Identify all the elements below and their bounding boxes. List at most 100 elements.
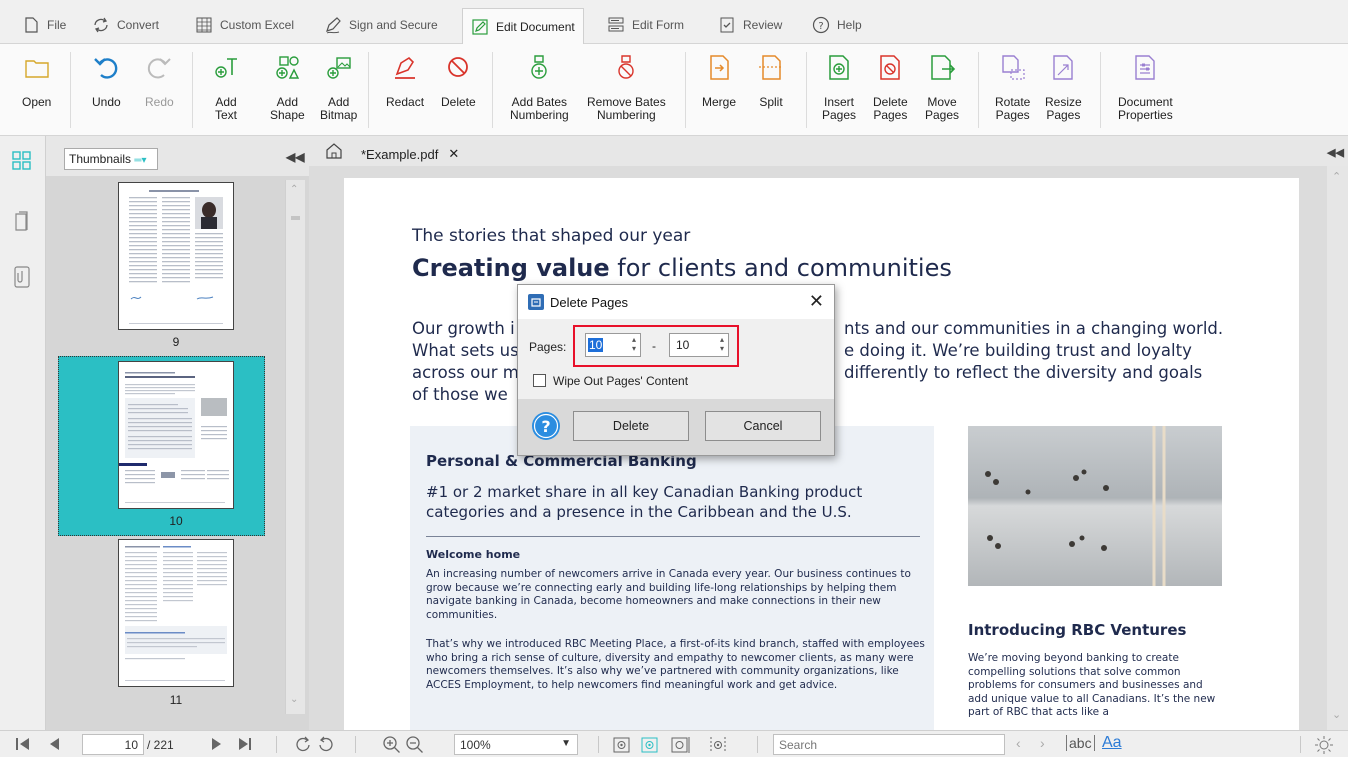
- thumbnails-panel-icon[interactable]: [11, 150, 33, 175]
- split-view-icon[interactable]: [708, 735, 728, 757]
- redact-icon: [391, 54, 419, 82]
- rotate-clockwise-icon[interactable]: [294, 735, 312, 757]
- scroll-up-icon[interactable]: ⌃: [1332, 170, 1341, 183]
- ribbon-divider: [70, 52, 71, 128]
- menu-tab-file[interactable]: File: [22, 10, 66, 40]
- merge-button[interactable]: Merge: [702, 54, 736, 109]
- story-title: Creating value for clients and communiti…: [412, 254, 952, 282]
- remove-bates-icon: [612, 54, 640, 82]
- rotate-pages-button[interactable]: Rotate Pages: [995, 54, 1030, 122]
- open-button[interactable]: Open: [22, 54, 51, 109]
- menu-tab-help[interactable]: ? Help: [812, 10, 862, 40]
- story-body-right: nts and our communities in a changing wo…: [844, 319, 1224, 382]
- split-button[interactable]: Split: [757, 54, 785, 109]
- scroll-down-icon[interactable]: ⌄: [290, 694, 298, 705]
- page-view-icon[interactable]: [670, 735, 692, 757]
- undo-button[interactable]: Undo: [92, 54, 121, 109]
- spinner-arrows-icon[interactable]: ▴ ▾: [632, 335, 636, 353]
- zoom-select[interactable]: 100% ▼: [454, 734, 578, 755]
- close-icon[interactable]: ✕: [809, 291, 824, 312]
- delete-pages-dialog: Delete Pages ✕ Pages: 10 ▴ ▾ - 10 ▴ ▾ Wipe…: [517, 284, 835, 456]
- remove-bates-numbering-button[interactable]: Remove Bates Numbering: [587, 54, 666, 122]
- redo-button[interactable]: Redo: [145, 54, 174, 109]
- page-number-input[interactable]: 10: [82, 734, 144, 755]
- search-next-icon[interactable]: ›: [1040, 735, 1045, 751]
- add-text-button[interactable]: Add Text: [212, 54, 240, 122]
- menu-tab-edit-form[interactable]: Edit Form: [607, 10, 684, 40]
- match-whole-word-toggle[interactable]: abc: [1066, 735, 1095, 751]
- first-page-icon[interactable]: [14, 735, 32, 757]
- to-page-spinner[interactable]: 10 ▴ ▾: [669, 333, 729, 357]
- resize-pages-button[interactable]: Resize Pages: [1045, 54, 1082, 122]
- edit-icon: [471, 18, 489, 36]
- rotate-counterclockwise-icon[interactable]: [317, 735, 335, 757]
- scroll-down-icon[interactable]: ⌄: [1332, 708, 1341, 721]
- delete-button[interactable]: Delete: [573, 411, 689, 441]
- menu-tab-custom-excel[interactable]: Custom Excel: [195, 10, 294, 40]
- story-kicker: The stories that shaped our year: [412, 226, 691, 246]
- redact-button[interactable]: Redact: [386, 54, 424, 109]
- thumbnails-dropdown[interactable]: Thumbnails ═▾: [64, 148, 158, 170]
- dialog-titlebar: Delete Pages ✕: [518, 285, 834, 319]
- next-page-icon[interactable]: [210, 735, 224, 757]
- dialog-title: Delete Pages: [550, 295, 629, 310]
- split-icon: [757, 54, 785, 82]
- from-page-spinner[interactable]: 10 ▴ ▾: [585, 333, 641, 357]
- wipe-content-checkbox[interactable]: [533, 374, 546, 387]
- view-mode-icon[interactable]: [612, 735, 632, 757]
- thumbnail-page-9[interactable]: [118, 182, 234, 330]
- thumbnail-page-11[interactable]: [118, 539, 234, 687]
- document-tab-bar: *Example.pdf ✕ ◀◀: [309, 136, 1348, 166]
- rotate-pages-icon: [999, 54, 1027, 82]
- document-scrollbar[interactable]: ⌃ ⌄: [1327, 166, 1348, 730]
- page-total: / 221: [147, 738, 174, 752]
- scroll-up-icon[interactable]: ⌃: [290, 184, 298, 195]
- page-preview: [125, 546, 227, 681]
- pen-icon: [324, 16, 342, 34]
- pcb-section: Personal & Commercial Banking #1 or 2 ma…: [410, 426, 934, 730]
- scrollbar-thumb[interactable]: [291, 216, 300, 220]
- collapse-right-icon[interactable]: ◀◀: [1327, 146, 1344, 159]
- add-shape-button[interactable]: Add Shape: [270, 54, 305, 122]
- menu-tab-review[interactable]: Review: [718, 10, 782, 40]
- status-divider: [598, 736, 599, 753]
- previous-page-icon[interactable]: [47, 735, 61, 757]
- menu-tab-sign-and-secure[interactable]: Sign and Secure: [324, 10, 438, 40]
- menu-tab-edit-document[interactable]: Edit Document: [462, 8, 584, 44]
- thumbnail-page-number: 11: [169, 693, 183, 707]
- brightness-icon[interactable]: [1314, 735, 1334, 757]
- attachments-panel-icon[interactable]: [12, 264, 32, 293]
- document-properties-button[interactable]: Document Properties: [1118, 54, 1173, 122]
- add-bates-numbering-button[interactable]: Add Bates Numbering: [510, 54, 569, 122]
- zoom-in-icon[interactable]: [382, 735, 402, 757]
- bookmarks-panel-icon[interactable]: [12, 210, 32, 237]
- status-divider: [1300, 736, 1301, 753]
- cancel-button[interactable]: Cancel: [705, 411, 821, 441]
- move-pages-button[interactable]: Move Pages: [925, 54, 959, 122]
- close-tab-icon[interactable]: ✕: [448, 146, 459, 162]
- add-bitmap-button[interactable]: Add Bitmap: [320, 54, 357, 122]
- ribbon-toolbar: Open Undo Redo Add Text Add Shape Add Bitma…: [0, 44, 1348, 136]
- menu-tab-label: Edit Document: [496, 19, 575, 34]
- zoom-out-icon[interactable]: [405, 735, 425, 757]
- match-case-toggle[interactable]: Aa: [1102, 734, 1122, 752]
- thumbnail-scrollbar[interactable]: ⌃ ⌄: [285, 180, 305, 714]
- delete-pages-button[interactable]: Delete Pages: [873, 54, 908, 122]
- search-previous-icon[interactable]: ‹: [1016, 735, 1021, 751]
- last-page-icon[interactable]: [236, 735, 254, 757]
- document-tab[interactable]: *Example.pdf ✕: [351, 142, 469, 166]
- insert-pages-icon: [825, 54, 853, 82]
- menu-tab-convert[interactable]: Convert: [92, 10, 159, 40]
- help-icon[interactable]: ?: [531, 411, 561, 444]
- home-icon[interactable]: [325, 142, 343, 163]
- search-input[interactable]: Search: [773, 734, 1005, 755]
- pcb-subtitle: #1 or 2 market share in all key Canadian…: [426, 483, 863, 521]
- menu-tab-label: Help: [837, 18, 862, 32]
- highlight-view-icon[interactable]: [640, 735, 660, 757]
- insert-pages-button[interactable]: Insert Pages: [822, 54, 856, 122]
- collapse-panel-icon[interactable]: ◀◀: [286, 150, 304, 164]
- thumbnail-page-10[interactable]: [118, 361, 234, 509]
- delete-button[interactable]: Delete: [441, 54, 476, 109]
- story-body-left: Our growth i What sets us across our m of t…: [412, 319, 519, 404]
- spinner-arrows-icon[interactable]: ▴ ▾: [720, 335, 724, 353]
